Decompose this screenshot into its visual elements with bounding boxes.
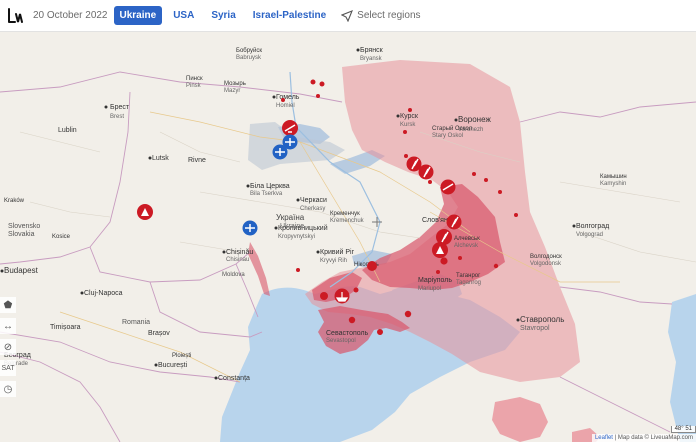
city-label: Севастополь bbox=[326, 330, 369, 337]
city-label: Bila Tserkva bbox=[250, 191, 283, 197]
city-label: Babruysk bbox=[236, 55, 262, 61]
city-label: Cluj-Napoca bbox=[84, 290, 123, 297]
tab-ukraine[interactable]: Ukraine bbox=[113, 6, 163, 25]
navigation-arrow-icon bbox=[341, 9, 354, 22]
hide-layer-button[interactable]: ⊘ bbox=[0, 339, 16, 355]
event-ship-1[interactable] bbox=[334, 288, 350, 304]
map-view[interactable]: Брест Brest Гомель Homiel Брянск Bryansk… bbox=[0, 32, 696, 442]
country-label: Україна bbox=[276, 213, 305, 222]
top-bar: 20 October 2022 Ukraine USA Syria Israel… bbox=[0, 0, 696, 32]
satellite-layer-button[interactable]: SAT bbox=[0, 360, 16, 376]
city-label: Rivne bbox=[188, 157, 206, 164]
map-attribution: Leaflet | Map data © LiveuaMap.com bbox=[591, 434, 696, 442]
city-label: Kosice bbox=[52, 234, 71, 240]
country-label: Moldova bbox=[222, 272, 245, 278]
city-label: Маріуполь bbox=[418, 276, 452, 284]
city-label: Курск bbox=[400, 113, 419, 120]
city-label: Pinsk bbox=[186, 83, 202, 89]
pentagon-icon: ⬟ bbox=[3, 299, 13, 311]
country-label: Slovensko bbox=[8, 223, 40, 230]
coordinates-readout: 48° 51 bbox=[670, 426, 696, 433]
event-explosion-2[interactable] bbox=[432, 242, 448, 258]
date-label: 20 October 2022 bbox=[33, 10, 108, 21]
city-label: Brest bbox=[110, 114, 124, 120]
liveuamap-logo[interactable] bbox=[5, 5, 27, 27]
city-label: Ploiești bbox=[172, 353, 191, 359]
city-label: Bryansk bbox=[360, 56, 383, 62]
event-drone-2[interactable] bbox=[272, 144, 288, 160]
city-label: Kraków bbox=[4, 198, 25, 204]
event-explosion-1[interactable] bbox=[137, 204, 153, 220]
city-label: București bbox=[158, 362, 188, 369]
eye-slash-icon: ⊘ bbox=[3, 341, 13, 353]
city-label: Біла Церква bbox=[250, 182, 290, 190]
city-label: Sevastopol bbox=[326, 338, 356, 344]
arrows-horizontal-icon: ↔ bbox=[3, 320, 13, 332]
city-label: Таганрог bbox=[456, 273, 481, 279]
city-label: Ставрополь bbox=[520, 315, 564, 324]
country-label: Slovakia bbox=[8, 231, 35, 238]
city-label: Kursk bbox=[400, 122, 416, 128]
city-label: Cherkasy bbox=[300, 206, 325, 212]
city-label: Kamyshin bbox=[600, 181, 626, 187]
city-label: Timișoara bbox=[50, 324, 81, 331]
event-artillery-2[interactable] bbox=[440, 179, 456, 195]
select-regions-label: Select regions bbox=[357, 10, 421, 21]
city-label: Stary Oskol bbox=[432, 133, 463, 139]
city-label: Волгодонск bbox=[530, 254, 562, 260]
city-label: Кривий Ріг bbox=[320, 248, 355, 256]
city-label: Chisinau bbox=[226, 257, 249, 263]
city-label: Старый Оскол bbox=[432, 125, 473, 132]
city-label: Kremenchuk bbox=[330, 218, 365, 224]
city-label: Kropyvnytskyi bbox=[278, 234, 315, 240]
city-label: Mariupol bbox=[418, 286, 441, 292]
city-label: Mazyr bbox=[224, 88, 240, 94]
city-label: Volgograd bbox=[576, 232, 603, 238]
city-label: Constanța bbox=[218, 375, 250, 382]
event-drone-3[interactable] bbox=[242, 220, 258, 236]
city-label: Homiel bbox=[276, 103, 295, 109]
city-label: Kryvyi Rih bbox=[320, 258, 347, 264]
city-label: Volgodonsk bbox=[530, 261, 562, 267]
city-label: Chișinău bbox=[226, 249, 253, 256]
city-label: Волгоград bbox=[576, 223, 609, 230]
select-regions-button[interactable]: Select regions bbox=[341, 9, 421, 22]
city-label: Budapest bbox=[4, 266, 39, 275]
country-label: Romania bbox=[122, 319, 150, 326]
leaflet-link[interactable]: Leaflet bbox=[595, 435, 613, 441]
city-label: Воронеж bbox=[458, 115, 491, 124]
country-label: Ukraine bbox=[280, 223, 304, 230]
tab-israel-palestine[interactable]: Israel-Palestine bbox=[247, 6, 332, 25]
tab-syria[interactable]: Syria bbox=[205, 6, 241, 25]
attribution-text: | Map data © LiveuaMap.com bbox=[614, 435, 693, 441]
city-label: Пинск bbox=[186, 76, 203, 82]
event-artillery-1[interactable] bbox=[282, 120, 298, 136]
city-label: Мозырь bbox=[224, 81, 246, 87]
city-label: Lublin bbox=[58, 127, 77, 134]
city-label: Stavropol bbox=[520, 325, 550, 332]
city-label: Taganrog bbox=[456, 280, 481, 286]
history-button[interactable]: ◷ bbox=[0, 381, 16, 397]
clock-icon: ◷ bbox=[3, 383, 13, 395]
event-fire-2[interactable] bbox=[418, 164, 434, 180]
city-label: Камышин bbox=[600, 174, 627, 180]
city-label: Alchevsk bbox=[454, 243, 479, 249]
city-label: Lutsk bbox=[152, 155, 169, 162]
city-label: Бобруйск bbox=[236, 47, 262, 54]
satellite-icon: SAT bbox=[1, 364, 15, 372]
city-label: Кременчук bbox=[330, 211, 360, 217]
measure-tool-button[interactable]: ↔ bbox=[0, 318, 16, 334]
city-label: Черкаси bbox=[300, 197, 327, 204]
city-label: Brașov bbox=[148, 330, 170, 337]
city-label: Брест bbox=[110, 104, 130, 111]
polygon-tool-button[interactable]: ⬟ bbox=[0, 297, 16, 313]
city-label: Алчевськ bbox=[454, 236, 480, 242]
city-label: Брянск bbox=[360, 47, 384, 54]
event-fire-3[interactable] bbox=[446, 214, 462, 230]
city-label: Гомель bbox=[276, 94, 300, 101]
tab-usa[interactable]: USA bbox=[167, 6, 200, 25]
